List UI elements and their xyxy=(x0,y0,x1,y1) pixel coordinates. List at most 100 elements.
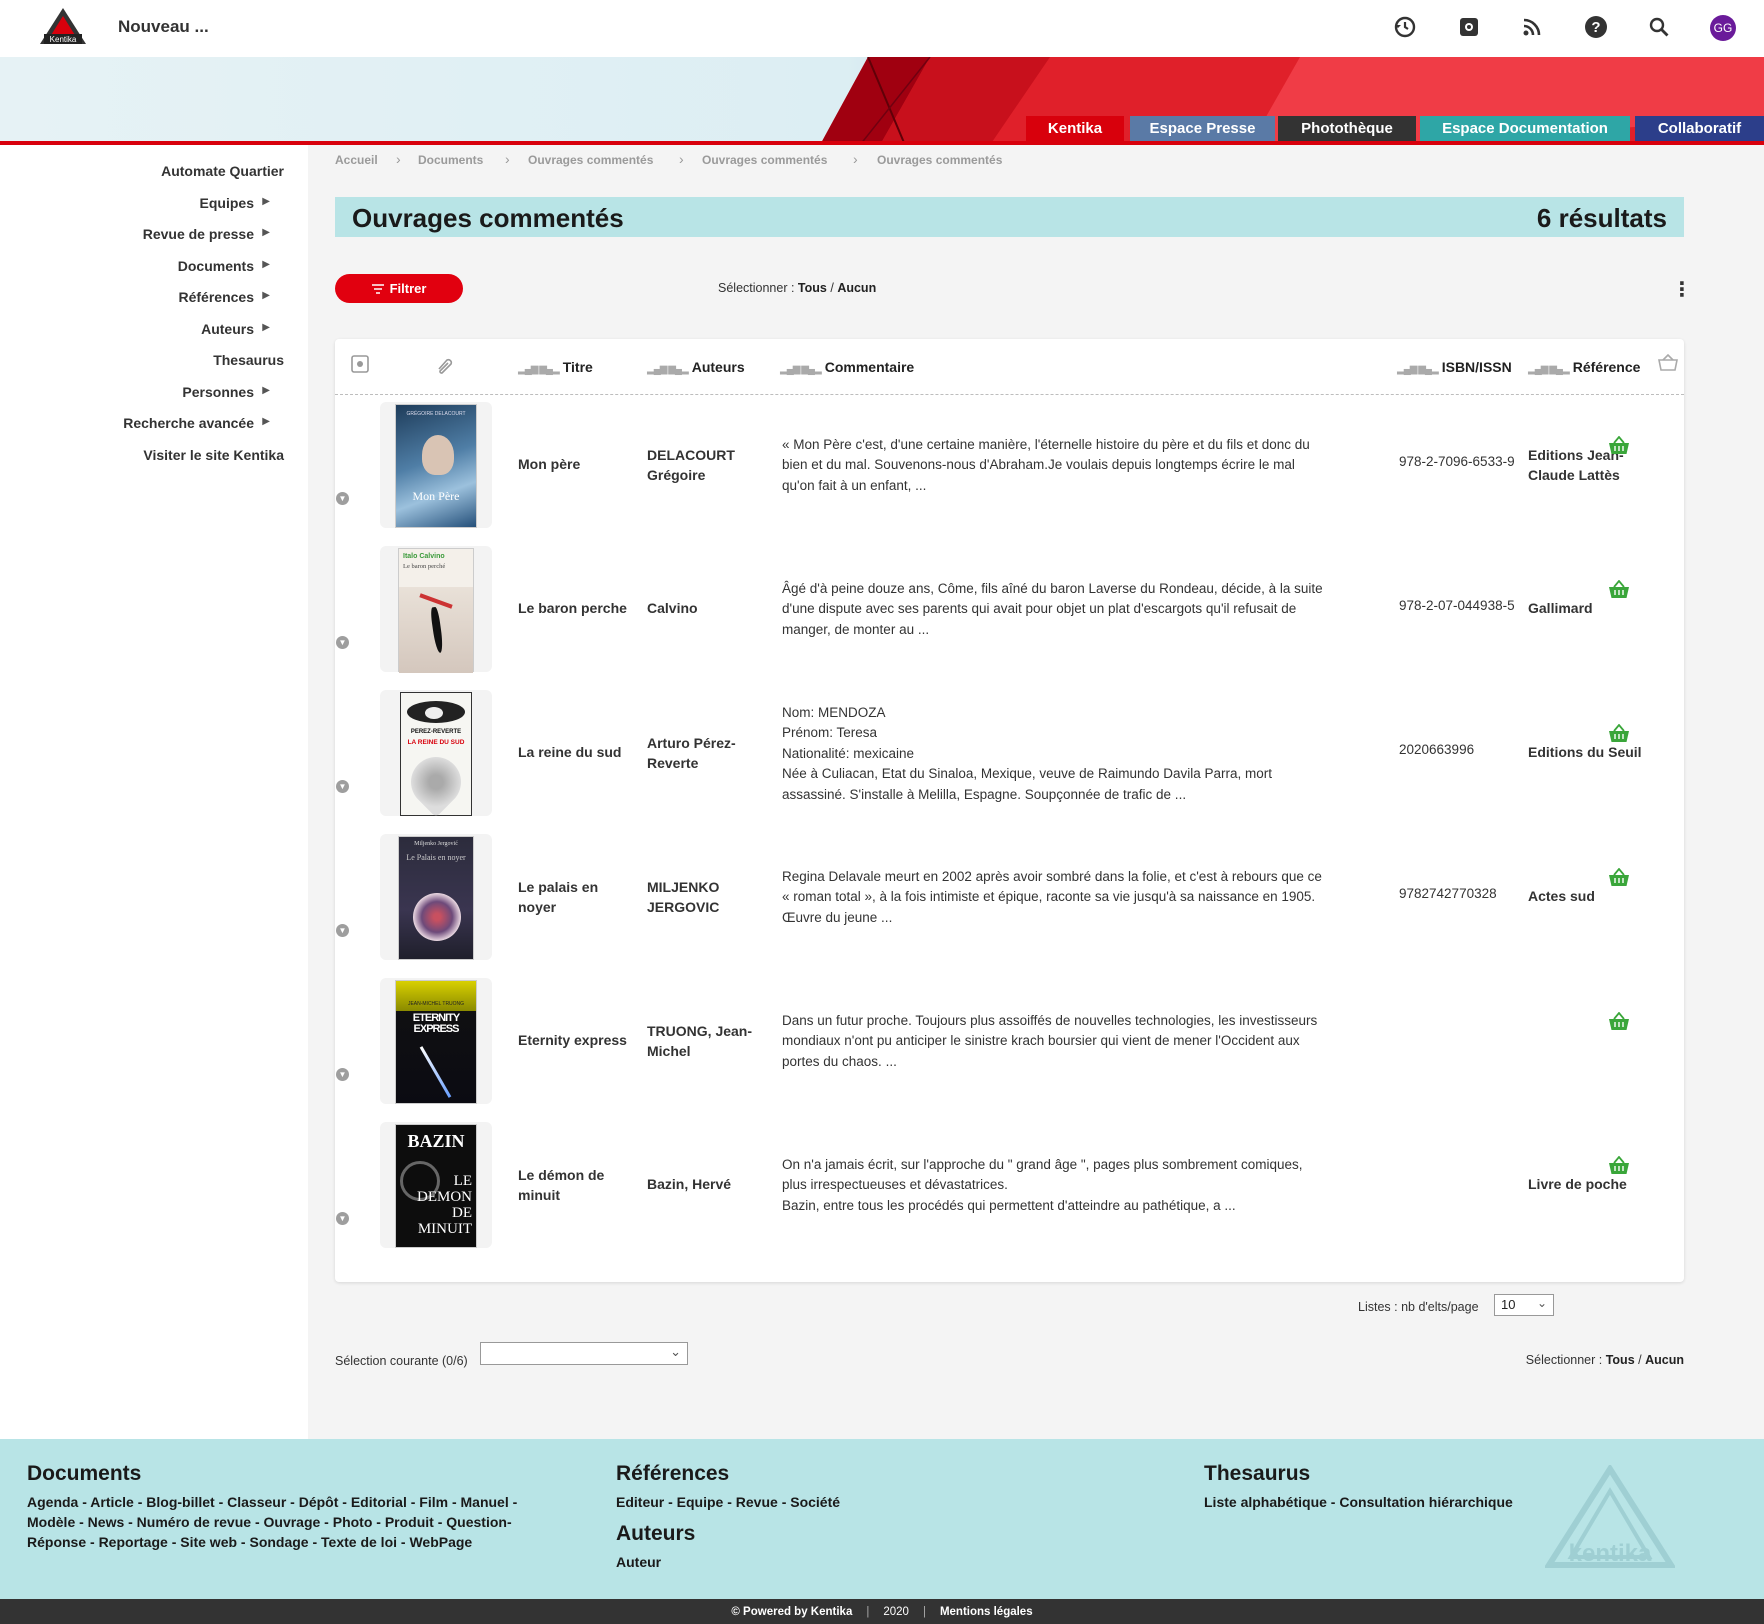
cell-reference[interactable]: Gallimard xyxy=(1528,598,1638,618)
column-header-reference[interactable]: ▂▄▆ ▆▄▂ Référence xyxy=(1528,359,1640,375)
site-tab-collaboratif[interactable]: Collaboratif xyxy=(1635,116,1764,141)
sidebar-item-equipes[interactable]: Equipes ▶ xyxy=(200,195,270,211)
select-none-link[interactable]: Aucun xyxy=(837,281,876,295)
sidebar-item-recherche-avancee[interactable]: Recherche avancée ▶ xyxy=(123,415,270,431)
current-selection-select[interactable]: ⌄ xyxy=(480,1342,688,1365)
expand-icon[interactable]: ▼ xyxy=(336,492,349,505)
footer-auteurs-links[interactable]: Auteur xyxy=(616,1552,661,1572)
cell-auteurs[interactable]: Arturo Pérez-Reverte xyxy=(647,733,767,773)
sidebar-item-references[interactable]: Références ▶ xyxy=(179,289,271,305)
footer-auteurs-title[interactable]: Auteurs xyxy=(616,1522,695,1546)
select-none-link[interactable]: Aucun xyxy=(1645,1353,1684,1367)
footer-thesaurus-title[interactable]: Thesaurus xyxy=(1204,1462,1310,1486)
cell-reference[interactable]: Livre de poche xyxy=(1528,1174,1638,1194)
history-icon[interactable] xyxy=(1392,14,1418,40)
sidebar-item-personnes[interactable]: Personnes ▶ xyxy=(182,384,270,400)
legal-mentions-link[interactable]: Mentions légales xyxy=(940,1606,1033,1618)
sidebar-item-auteurs[interactable]: Auteurs ▶ xyxy=(201,321,270,337)
expand-icon[interactable]: ▼ xyxy=(336,1068,349,1081)
footer-documents-links[interactable]: Agenda - Article - Blog-billet - Classeu… xyxy=(27,1492,527,1552)
sidebar-item-automate-quartier[interactable]: Automate Quartier xyxy=(161,163,284,179)
cell-auteurs[interactable]: DELACOURT Grégoire xyxy=(647,445,767,485)
basket-add-icon[interactable] xyxy=(1608,723,1630,744)
cell-titre[interactable]: Le baron perche xyxy=(518,598,638,618)
more-options-icon[interactable]: ⋮ xyxy=(1672,277,1692,302)
kentika-logo[interactable]: Kentika xyxy=(38,6,88,46)
breadcrumb-item[interactable]: Documents xyxy=(418,153,483,167)
gear-icon[interactable] xyxy=(1456,14,1482,40)
expand-icon[interactable]: ▼ xyxy=(336,636,349,649)
footer-references-links[interactable]: Editeur - Equipe - Revue - Société xyxy=(616,1492,840,1512)
table-row[interactable]: ▼ Italo Calvino Le baron perché Le baron… xyxy=(335,540,1684,684)
cell-commentaire: Nom: MENDOZA Prénom: Teresa Nationalité:… xyxy=(782,705,1273,802)
table-row[interactable]: ▼ Miljenko Jergović Le Palais en noyer L… xyxy=(335,828,1684,972)
cell-titre[interactable]: Eternity express xyxy=(518,1030,638,1050)
breadcrumb-item[interactable]: Accueil xyxy=(335,153,378,167)
table-row[interactable]: ▼ BAZIN LE DEMON DE MINUIT Le démon de m… xyxy=(335,1116,1684,1260)
cell-auteurs[interactable]: Calvino xyxy=(647,598,767,618)
footer-documents-title[interactable]: Documents xyxy=(27,1462,141,1486)
help-icon[interactable]: ? xyxy=(1583,14,1609,40)
cell-reference[interactable]: Actes sud xyxy=(1528,886,1638,906)
sidebar-item-visiter-site[interactable]: Visiter le site Kentika xyxy=(143,447,284,463)
basket-add-icon[interactable] xyxy=(1608,435,1630,456)
powered-by-link[interactable]: © Powered by Kentika xyxy=(731,1606,852,1618)
footer-references-title[interactable]: Références xyxy=(616,1462,729,1486)
avatar[interactable]: GG xyxy=(1710,15,1736,41)
sidebar-item-documents[interactable]: Documents ▶ xyxy=(178,258,270,274)
arrow-right-icon: ▶ xyxy=(262,385,270,396)
expand-icon[interactable]: ▼ xyxy=(336,924,349,937)
site-tab-espace-presse[interactable]: Espace Presse xyxy=(1130,116,1275,141)
bottom-bar: © Powered by Kentika | 2020 | Mentions l… xyxy=(0,1599,1764,1624)
select-all-link[interactable]: Tous xyxy=(1606,1353,1635,1367)
book-cover[interactable]: Italo Calvino Le baron perché xyxy=(380,546,492,673)
basket-add-icon[interactable] xyxy=(1608,579,1630,600)
sort-icon: ▂▄▆ ▆▄▂ xyxy=(1397,364,1439,375)
filter-button[interactable]: Filtrer xyxy=(335,274,463,303)
table-row[interactable]: ▼ PEREZ-REVERTE LA REINE DU SUD La reine… xyxy=(335,684,1684,828)
new-button[interactable]: Nouveau ... xyxy=(118,17,209,37)
select-all-link[interactable]: Tous xyxy=(798,281,827,295)
breadcrumb-item[interactable]: Ouvrages commentés xyxy=(528,153,653,167)
book-cover[interactable]: JEAN-MICHEL TRUONG ETERNITY EXPRESS xyxy=(380,978,492,1104)
cell-auteurs[interactable]: TRUONG, Jean-Michel xyxy=(647,1021,757,1061)
page-title: Ouvrages commentés xyxy=(352,203,624,233)
breadcrumb-item[interactable]: Ouvrages commentés xyxy=(702,153,827,167)
cell-auteurs[interactable]: MILJENKO JERGOVIC xyxy=(647,877,767,917)
column-header-commentaire[interactable]: ▂▄▆ ▆▄▂ Commentaire xyxy=(780,359,914,375)
sidebar-item-revue-de-presse[interactable]: Revue de presse ▶ xyxy=(143,226,270,242)
expand-icon[interactable]: ▼ xyxy=(336,780,349,793)
book-cover[interactable]: Miljenko Jergović Le Palais en noyer xyxy=(380,834,492,960)
basket-add-icon[interactable] xyxy=(1608,867,1630,888)
book-cover[interactable]: BAZIN LE DEMON DE MINUIT xyxy=(380,1122,492,1248)
column-header-isbn[interactable]: ▂▄▆ ▆▄▂ ISBN/ISSN xyxy=(1397,359,1512,375)
cell-titre[interactable]: Le démon de minuit xyxy=(518,1165,628,1205)
book-cover[interactable]: GRÉGOIRE DELACOURT Mon Père xyxy=(380,402,492,528)
book-cover[interactable]: PEREZ-REVERTE LA REINE DU SUD xyxy=(380,690,492,818)
attachment-icon[interactable] xyxy=(435,355,457,380)
cell-titre[interactable]: Mon père xyxy=(518,454,638,474)
cell-reference[interactable]: Editions du Seuil xyxy=(1528,742,1648,762)
basket-icon[interactable] xyxy=(1658,353,1678,377)
gear-icon[interactable] xyxy=(351,355,369,378)
rss-icon[interactable] xyxy=(1519,14,1545,40)
footer-thesaurus-links[interactable]: Liste alphabétique - Consultation hiérar… xyxy=(1204,1492,1513,1512)
site-tab-espace-documentation[interactable]: Espace Documentation xyxy=(1420,116,1630,141)
per-page-select[interactable]: 10 ⌄ xyxy=(1494,1294,1554,1316)
table-row[interactable]: ▼ GRÉGOIRE DELACOURT Mon Père Mon père D… xyxy=(335,396,1684,540)
table-row[interactable]: ▼ JEAN-MICHEL TRUONG ETERNITY EXPRESS Et… xyxy=(335,972,1684,1116)
search-icon[interactable] xyxy=(1646,14,1672,40)
breadcrumb-item: Ouvrages commentés xyxy=(877,153,1003,167)
cell-auteurs[interactable]: Bazin, Hervé xyxy=(647,1174,767,1194)
column-header-auteurs[interactable]: ▂▄▆ ▆▄▂ Auteurs xyxy=(647,359,745,375)
cell-titre[interactable]: La reine du sud xyxy=(518,742,638,762)
basket-add-icon[interactable] xyxy=(1608,1011,1630,1032)
cell-titre[interactable]: Le palais en noyer xyxy=(518,877,628,917)
site-tab-kentika[interactable]: Kentika xyxy=(1026,116,1124,141)
site-tab-phototheque[interactable]: Photothèque xyxy=(1278,116,1416,141)
sort-icon: ▂▄▆ ▆▄▂ xyxy=(780,364,822,375)
expand-icon[interactable]: ▼ xyxy=(336,1212,349,1225)
sidebar-item-thesaurus[interactable]: Thesaurus xyxy=(213,352,284,368)
column-header-titre[interactable]: ▂▄▆ ▆▄▂ Titre xyxy=(518,359,593,375)
basket-add-icon[interactable] xyxy=(1608,1155,1630,1176)
